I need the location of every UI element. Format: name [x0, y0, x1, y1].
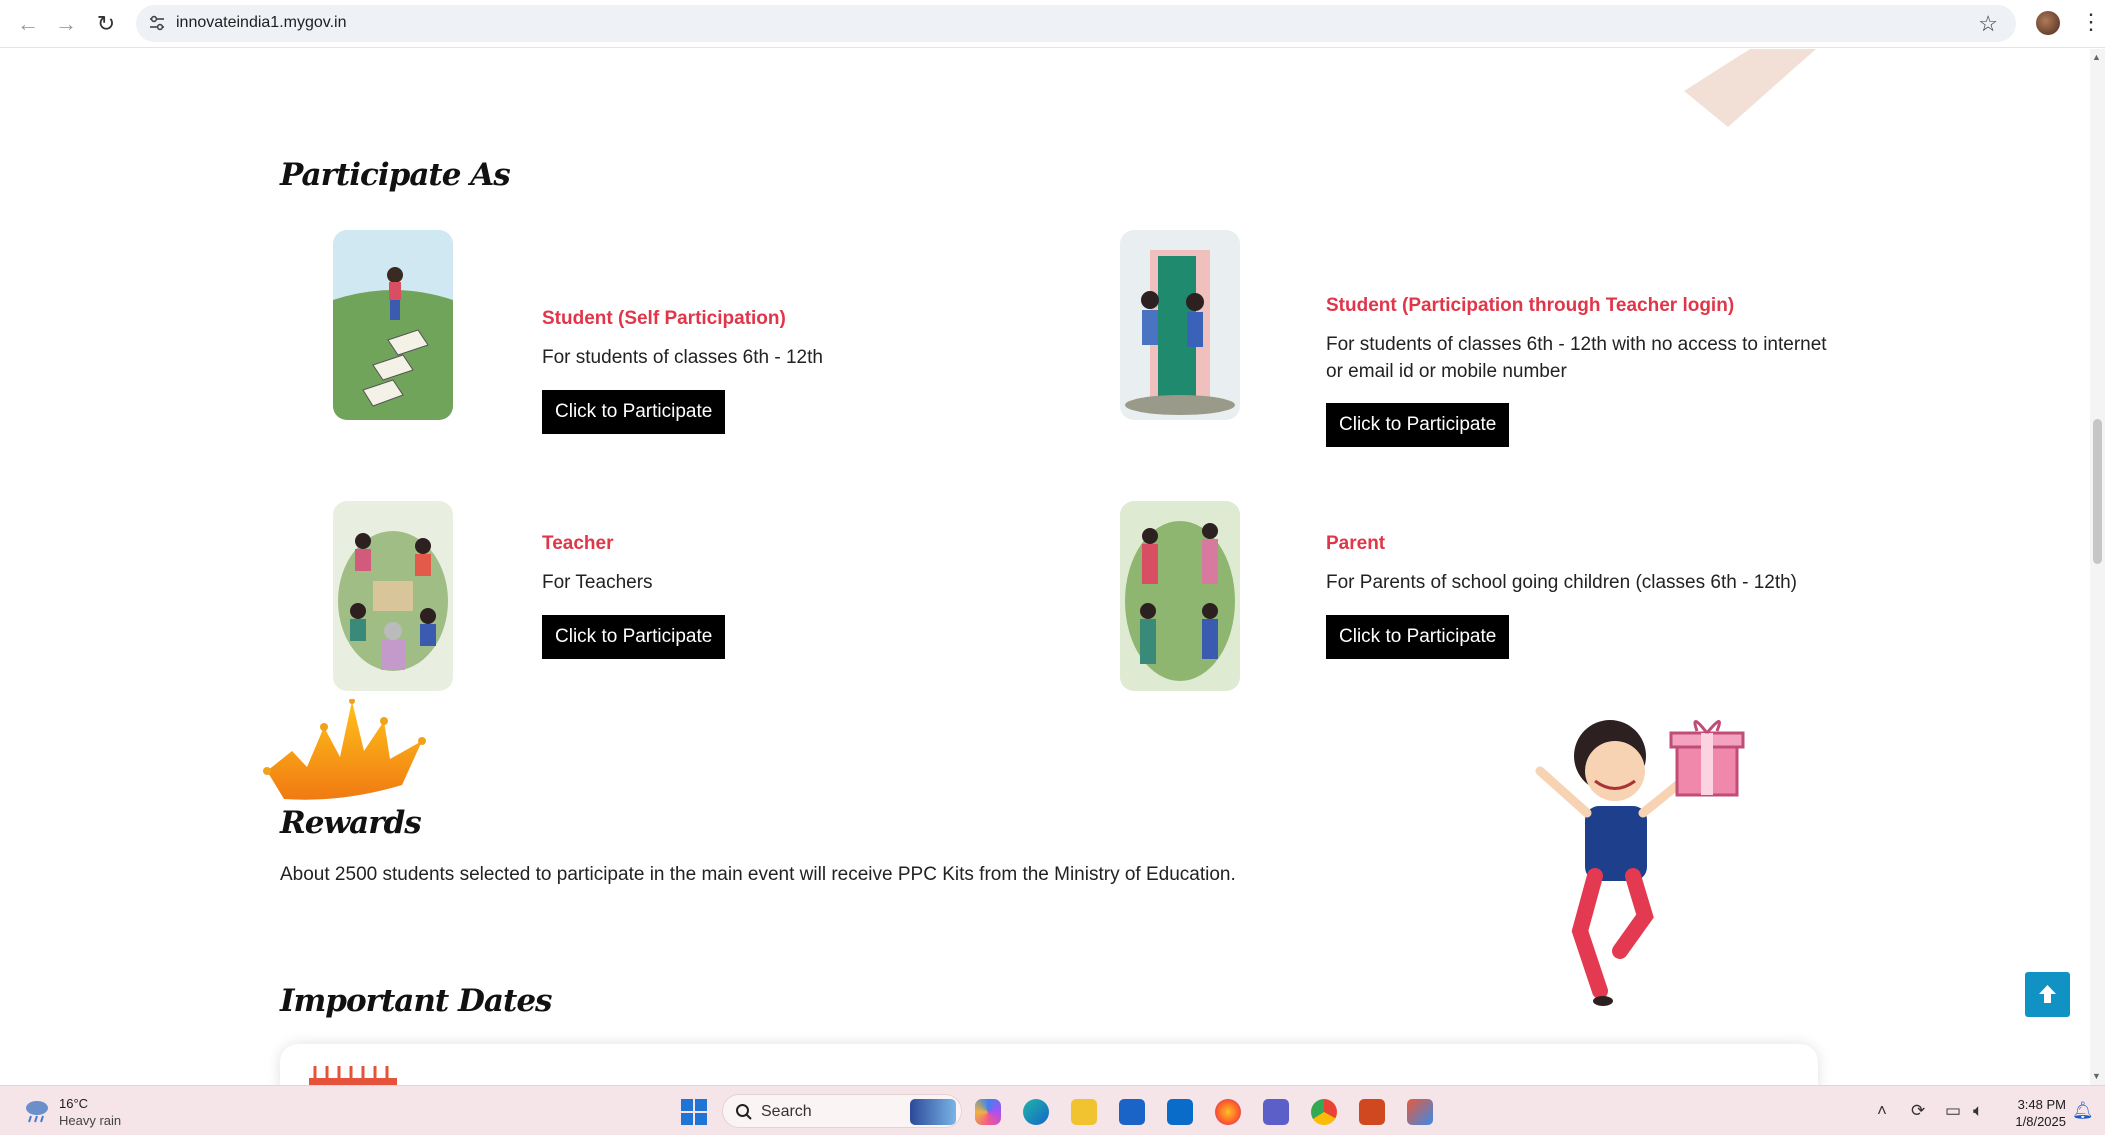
browser-toolbar: ← → ↻ innovateindia1.mygov.in ☆ ⋮ [0, 0, 2105, 48]
forward-arrow-icon[interactable]: → [52, 10, 80, 38]
file-explorer-icon[interactable] [1071, 1099, 1097, 1125]
card-desc-student-self: For students of classes 6th - 12th [542, 347, 823, 368]
outlook-icon[interactable] [1167, 1099, 1193, 1125]
arrow-up-icon [2039, 985, 2056, 1003]
kebab-menu-icon[interactable]: ⋮ [2080, 10, 2102, 34]
firefox-icon[interactable] [1215, 1099, 1241, 1125]
edge-browser-icon[interactable] [1023, 1099, 1049, 1125]
participate-button-student-teacher[interactable]: Click to Participate [1326, 403, 1510, 447]
network-icon[interactable]: ▭ [1945, 1101, 1961, 1121]
participate-button-teacher[interactable]: Click to Participate [542, 615, 726, 659]
weather-condition[interactable]: Heavy rain [59, 1113, 121, 1128]
widget-icon[interactable] [910, 1099, 956, 1125]
teams-icon[interactable] [1263, 1099, 1289, 1125]
search-icon [736, 1104, 752, 1120]
clock-date: 1/8/2025 [2015, 1114, 2066, 1129]
page-scrollbar[interactable]: ▲ ▼ [2090, 49, 2105, 1085]
teacher-illustration [333, 501, 453, 691]
participate-heading: Participate As [280, 157, 511, 193]
card-title-teacher: Teacher [542, 533, 614, 554]
rewards-heading: Rewards [280, 805, 422, 841]
participate-button-parent[interactable]: Click to Participate [1326, 615, 1510, 659]
student-self-illustration [333, 230, 453, 420]
important-dates-heading: Important Dates [280, 983, 553, 1019]
calendar-icon [309, 1066, 397, 1085]
profile-avatar[interactable] [2036, 11, 2060, 35]
girl-with-gift-illustration [1535, 720, 1745, 1006]
copilot-icon[interactable] [975, 1099, 1001, 1125]
chrome-icon[interactable] [1311, 1099, 1337, 1125]
card-title-parent: Parent [1326, 533, 1386, 554]
site-settings-icon[interactable] [148, 14, 166, 32]
card-desc-student-teacher: For students of classes 6th - 12th with … [1326, 334, 1827, 382]
taskbar-search-label: Search [761, 1103, 812, 1120]
bookmark-star-icon[interactable]: ☆ [1978, 11, 1998, 37]
speaker-icon[interactable]: 🔈︎ [1973, 1101, 1983, 1121]
windows-start-icon[interactable] [681, 1099, 707, 1125]
url-text[interactable]: innovateindia1.mygov.in [176, 14, 346, 32]
card-title-student-teacher: Student (Participation through Teacher l… [1326, 295, 1735, 316]
parent-illustration [1120, 501, 1240, 691]
card-desc-parent: For Parents of school going children (cl… [1326, 572, 1798, 593]
snipping-tool-icon[interactable] [1407, 1099, 1433, 1125]
sync-icon[interactable]: ⟳ [1911, 1101, 1925, 1121]
scroll-down-icon[interactable]: ▼ [2092, 1071, 2101, 1081]
scroll-thumb[interactable] [2093, 419, 2102, 564]
microsoft-store-icon[interactable] [1119, 1099, 1145, 1125]
important-dates-card [280, 1044, 1818, 1085]
back-arrow-icon[interactable]: ← [14, 10, 42, 38]
decorative-brush-stroke [1684, 49, 1816, 127]
page-content: Participate As Student (Self Participati… [0, 49, 2090, 1085]
crown-icon [263, 699, 426, 800]
scroll-up-icon[interactable]: ▲ [2092, 52, 2101, 62]
powerpoint-icon[interactable] [1359, 1099, 1385, 1125]
clock-time: 3:48 PM [2017, 1097, 2066, 1112]
card-title-student-self: Student (Self Participation) [542, 308, 786, 329]
participate-button-student-self[interactable]: Click to Participate [542, 390, 726, 434]
rewards-description: About 2500 students selected to particip… [280, 864, 1236, 885]
rain-cloud-icon[interactable] [24, 1099, 50, 1123]
card-desc-teacher: For Teachers [542, 572, 653, 593]
chevron-up-icon[interactable]: ˄ [1877, 1101, 1887, 1121]
windows-taskbar: 16°C Heavy rain Search ˄ ⟳ ▭ 🔈︎ 3:48 PM … [0, 1085, 2105, 1135]
taskbar-clock[interactable]: 3:48 PM 1/8/2025 [2008, 1096, 2066, 1130]
weather-temperature[interactable]: 16°C [59, 1096, 88, 1111]
notification-bell-icon[interactable]: 🔔︎ [2072, 1101, 2094, 1121]
back-to-top-button[interactable] [2025, 972, 2070, 1017]
student-teacher-login-illustration [1120, 230, 1240, 420]
address-bar[interactable]: innovateindia1.mygov.in ☆ [136, 5, 2016, 42]
reload-icon[interactable]: ↻ [92, 10, 120, 38]
